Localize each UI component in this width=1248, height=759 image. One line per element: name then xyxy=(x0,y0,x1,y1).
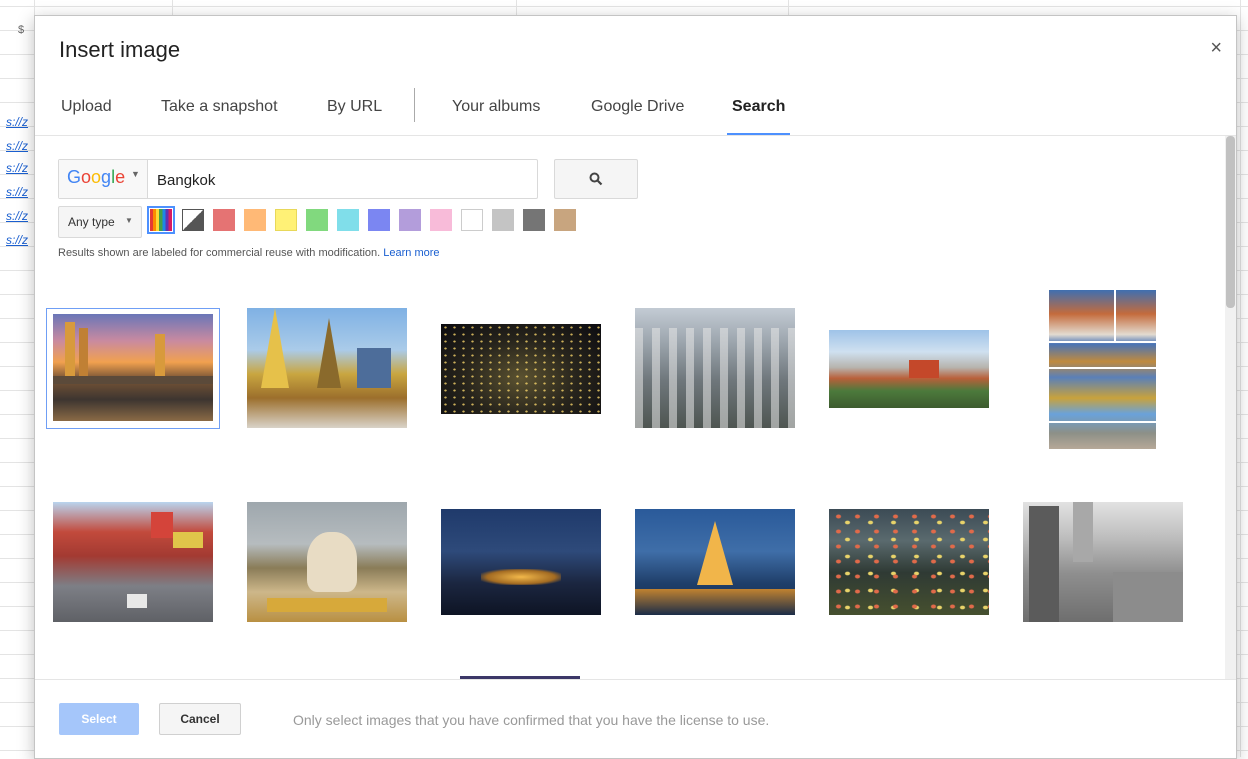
elephant-statue-shape xyxy=(307,532,357,592)
tower-shape xyxy=(155,334,165,380)
result-thumbnail[interactable] xyxy=(829,330,989,408)
google-logo: Google xyxy=(67,167,126,187)
result-thumbnail[interactable] xyxy=(635,308,795,428)
result-thumbnail[interactable] xyxy=(441,324,601,414)
search-icon xyxy=(589,172,603,186)
license-notice-text: Results shown are labeled for commercial… xyxy=(58,247,384,259)
tab-google-drive[interactable]: Google Drive xyxy=(591,88,684,136)
tab-bar: Upload Take a snapshot By URL Your album… xyxy=(35,88,1236,136)
collage-divider xyxy=(1049,341,1156,343)
license-notice: Results shown are labeled for commercial… xyxy=(58,247,440,259)
sheet-cell: $ xyxy=(18,24,25,36)
dialog-title: Insert image xyxy=(59,37,181,62)
sheet-column-line xyxy=(1240,0,1241,757)
sheet-link[interactable]: s://z xyxy=(6,139,28,153)
color-swatch-purple[interactable] xyxy=(399,209,421,231)
tab-upload[interactable]: Upload xyxy=(61,88,112,136)
spire-shape xyxy=(317,318,341,388)
select-button[interactable]: Select xyxy=(59,703,139,735)
color-swatch-black-and-white[interactable] xyxy=(182,209,204,231)
close-icon[interactable]: × xyxy=(1210,38,1222,58)
chevron-down-icon: ▼ xyxy=(125,216,133,225)
wat-arun-spire-shape xyxy=(697,521,733,585)
learn-more-link[interactable]: Learn more xyxy=(383,247,439,259)
sheet-link[interactable]: s://z xyxy=(6,185,28,199)
building-shape xyxy=(1113,572,1183,622)
type-filter-label: Any type xyxy=(68,215,115,229)
tab-by-url[interactable]: By URL xyxy=(327,88,382,136)
search-panel: Google ▼ Any type ▼ Resul xyxy=(35,136,1225,679)
color-swatch-green[interactable] xyxy=(306,209,328,231)
sign-shape xyxy=(151,512,173,538)
sheet-link[interactable]: s://z xyxy=(6,115,28,129)
color-swatch-orange[interactable] xyxy=(244,209,266,231)
market-goods-pattern xyxy=(829,509,989,615)
result-thumbnail[interactable] xyxy=(1049,290,1156,449)
sign-shape xyxy=(173,532,203,548)
tab-your-albums[interactable]: Your albums xyxy=(452,88,540,136)
color-swatch-gray[interactable] xyxy=(492,209,514,231)
type-filter-dropdown[interactable]: Any type ▼ xyxy=(58,206,142,238)
color-swatch-white[interactable] xyxy=(461,209,483,231)
dialog-footer: Select Cancel Only select images that yo… xyxy=(35,679,1236,758)
tab-take-a-snapshot[interactable]: Take a snapshot xyxy=(161,88,278,136)
base-shape xyxy=(267,598,387,612)
color-swatch-red[interactable] xyxy=(213,209,235,231)
sheet-link[interactable]: s://z xyxy=(6,233,28,247)
search-engine-dropdown[interactable]: Google ▼ xyxy=(59,160,148,198)
sheet-link[interactable]: s://z xyxy=(6,209,28,223)
result-thumbnail[interactable] xyxy=(635,509,795,615)
color-swatch-brown[interactable] xyxy=(554,209,576,231)
stupa-shape xyxy=(261,308,289,388)
search-button[interactable] xyxy=(554,159,638,199)
search-box: Google ▼ xyxy=(58,159,538,199)
collage-divider xyxy=(1049,421,1156,423)
collage-divider xyxy=(1114,290,1116,341)
result-thumbnail[interactable] xyxy=(53,502,213,622)
temple-shape xyxy=(357,348,391,388)
result-thumbnail[interactable] xyxy=(53,314,213,421)
search-input[interactable] xyxy=(155,168,529,192)
building-shape xyxy=(1029,506,1059,622)
chevron-down-icon: ▼ xyxy=(131,169,140,179)
color-swatch-any[interactable] xyxy=(147,206,175,234)
scrollbar-thumb[interactable] xyxy=(1226,136,1235,308)
insert-image-dialog: Insert image × Upload Take a snapshot By… xyxy=(34,15,1237,759)
color-swatch-teal[interactable] xyxy=(337,209,359,231)
sheet-link[interactable]: s://z xyxy=(6,161,28,175)
tab-search[interactable]: Search xyxy=(727,88,791,136)
color-swatch-pink[interactable] xyxy=(430,209,452,231)
result-thumbnail[interactable] xyxy=(247,308,407,428)
skytrain-shape xyxy=(53,376,213,384)
car-shape xyxy=(127,594,147,608)
license-note: Only select images that you have confirm… xyxy=(293,712,770,728)
color-swatch-black[interactable] xyxy=(523,209,545,231)
result-thumbnail[interactable] xyxy=(247,502,407,622)
river-reflection-shape xyxy=(635,589,795,615)
tower-shape xyxy=(79,328,88,380)
color-swatch-yellow[interactable] xyxy=(275,209,297,231)
collage-divider xyxy=(1049,367,1156,369)
cancel-button[interactable]: Cancel xyxy=(159,703,241,735)
roof-shape xyxy=(909,360,939,378)
tower-shape xyxy=(65,322,75,380)
result-thumbnail[interactable] xyxy=(1023,502,1183,622)
tab-separator xyxy=(414,88,415,122)
palace-lights-shape xyxy=(481,569,561,585)
city-lights-pattern xyxy=(441,324,601,414)
result-thumbnail[interactable] xyxy=(441,509,601,615)
buildings-pattern xyxy=(635,328,795,428)
color-swatch-blue[interactable] xyxy=(368,209,390,231)
result-thumbnail[interactable] xyxy=(829,509,989,615)
building-shape xyxy=(1073,502,1093,562)
